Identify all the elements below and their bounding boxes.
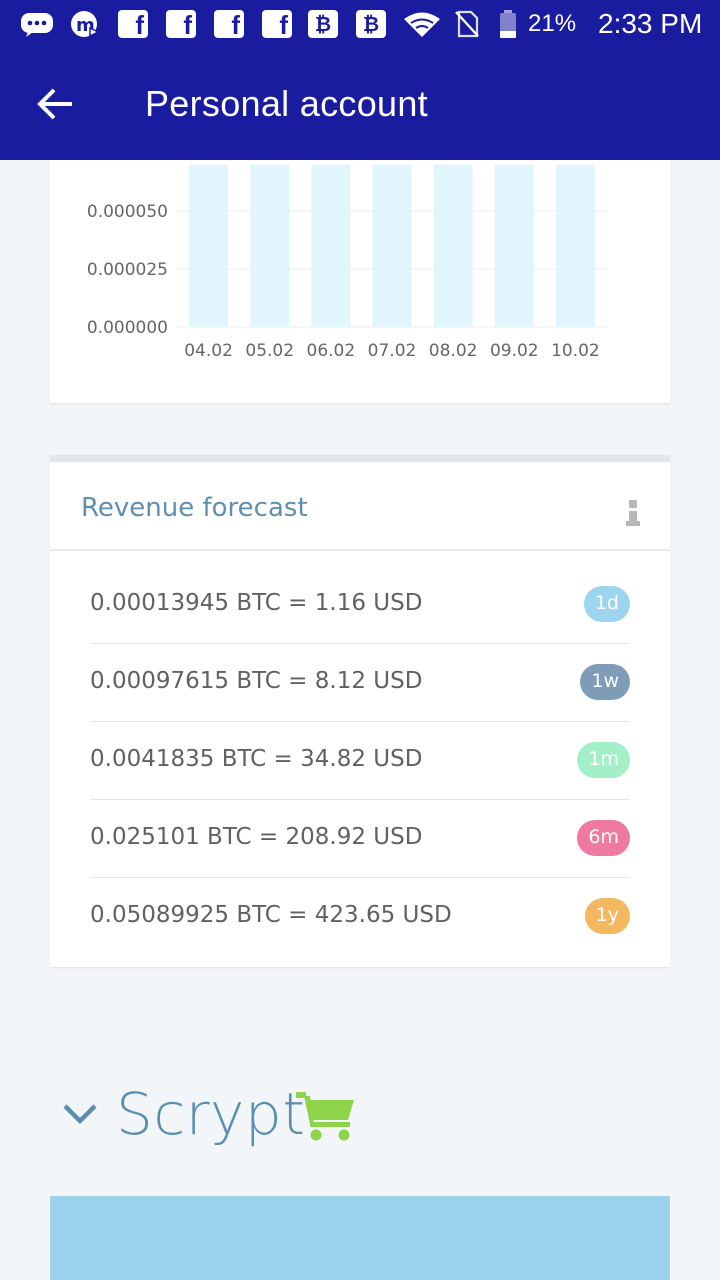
section-title: Scrypt [116, 1080, 306, 1148]
forecast-value: 0.025101 BTC = 208.92 USD [90, 824, 423, 850]
x-tick-label: 04.02 [184, 341, 233, 361]
facebook-icon: f [214, 10, 244, 38]
y-tick-label: 0.000000 [87, 318, 168, 338]
chart-bar [311, 164, 351, 327]
chart-bar [372, 164, 412, 327]
earnings-bar-chart: 0.000000 0.000025 0.000050 04.02 05.02 06.02 0… [87, 164, 606, 361]
revenue-forecast-card: Revenue forecast 0.00013945 BTC = 1.16 U… [50, 455, 670, 967]
forecast-value: 0.05089925 BTC = 423.65 USD [90, 902, 452, 928]
chevron-down-icon [63, 1104, 97, 1125]
forecast-row: 0.025101 BTC = 208.92 USD 6m [90, 800, 630, 878]
scrypt-panel [50, 1196, 670, 1280]
forecast-header: Revenue forecast [50, 462, 670, 551]
shopping-cart-icon[interactable] [296, 1090, 356, 1142]
chart-bar [494, 164, 534, 327]
info-icon[interactable] [626, 500, 640, 528]
status-bar: m f f f f ₿ ₿ 21% 2:33 PM [0, 0, 720, 48]
battery-icon [500, 10, 516, 38]
chart-bar [433, 164, 473, 327]
period-badge: 1y [584, 898, 630, 934]
wifi-icon [404, 12, 440, 37]
x-tick-label: 06.02 [307, 341, 356, 361]
y-tick-label: 0.000025 [87, 260, 168, 280]
earnings-chart-card: 0.000000 0.000025 0.000050 04.02 05.02 06.02 0… [50, 130, 670, 403]
forecast-row: 0.00097615 BTC = 8.12 USD 1w [90, 644, 630, 722]
chart-bar [189, 164, 229, 327]
forecast-row: 0.05089925 BTC = 423.65 USD 1y [90, 878, 630, 956]
x-tick-label: 10.02 [551, 341, 600, 361]
app-bar: Personal account [0, 48, 720, 160]
y-tick-label: 0.000050 [87, 202, 168, 222]
forecast-list: 0.00013945 BTC = 1.16 USD 1d 0.00097615 … [90, 566, 630, 956]
period-badge: 6m [577, 820, 630, 856]
facebook-icon: f [262, 10, 292, 38]
chart-bar [555, 164, 595, 327]
forecast-value: 0.0041835 BTC = 34.82 USD [90, 746, 423, 772]
bitcoin-chart-icon: ₿ [356, 10, 386, 38]
facebook-icon: f [118, 10, 148, 38]
period-badge: 1w [580, 664, 630, 700]
back-button[interactable] [32, 78, 84, 130]
battery-percent: 21% [528, 10, 577, 37]
x-tick-label: 05.02 [245, 341, 294, 361]
facebook-icon: f [166, 10, 196, 38]
bitcoin-chart-icon: ₿ [308, 10, 338, 38]
chart-bar [250, 164, 290, 327]
m-app-icon: m [71, 11, 100, 38]
x-tick-label: 07.02 [368, 341, 417, 361]
forecast-row: 0.0041835 BTC = 34.82 USD 1m [90, 722, 630, 800]
arrow-left-icon [37, 88, 72, 120]
forecast-value: 0.00013945 BTC = 1.16 USD [90, 590, 423, 616]
forecast-value: 0.00097615 BTC = 8.12 USD [90, 668, 423, 694]
clock: 2:33 PM [598, 8, 703, 39]
period-badge: 1m [577, 742, 630, 778]
forecast-title: Revenue forecast [81, 493, 308, 523]
chat-bubble-icon [21, 13, 53, 37]
x-tick-label: 08.02 [429, 341, 478, 361]
forecast-row: 0.00013945 BTC = 1.16 USD 1d [90, 566, 630, 644]
period-badge: 1d [583, 586, 630, 622]
page-title: Personal account [145, 83, 428, 124]
x-tick-label: 09.02 [490, 341, 539, 361]
no-sim-icon [455, 10, 479, 38]
